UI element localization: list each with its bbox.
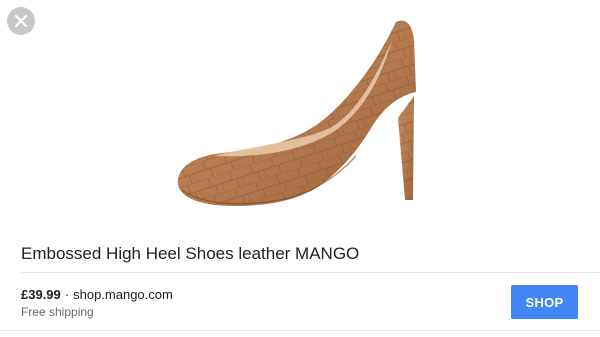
separator-dot: ·	[64, 287, 70, 302]
shoe-image	[177, 20, 416, 207]
bottom-divider	[0, 330, 600, 331]
divider	[21, 272, 600, 273]
product-image[interactable]	[0, 0, 600, 232]
product-title[interactable]: Embossed High Heel Shoes leather MANGO	[21, 244, 359, 264]
close-button[interactable]	[7, 7, 35, 35]
price-store-line: £39.99 · shop.mango.com	[21, 287, 173, 302]
shipping-info: Free shipping	[21, 305, 94, 319]
store-link[interactable]: shop.mango.com	[73, 287, 173, 302]
close-icon	[14, 14, 28, 28]
product-card: Embossed High Heel Shoes leather MANGO £…	[0, 0, 600, 337]
shop-button[interactable]: SHOP	[511, 285, 578, 319]
product-price: £39.99	[21, 287, 61, 302]
